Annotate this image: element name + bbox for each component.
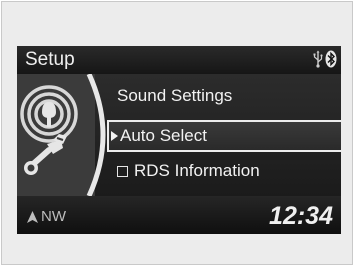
menu-item-label: RDS Information	[134, 161, 260, 180]
screen-title: Setup	[25, 49, 75, 70]
usb-icon	[313, 50, 323, 73]
status-bar: NW 12:34	[17, 196, 341, 234]
status-icons	[313, 50, 337, 73]
selection-arrow-icon	[111, 131, 118, 141]
compass-arrow-icon	[27, 210, 38, 223]
manual-figure-frame: Setup Sound Settings Auto Select RDS Inf…	[1, 1, 353, 265]
screen-header: Setup	[17, 46, 341, 74]
settings-wrench-icon	[20, 74, 106, 196]
audio-display-screen: Setup Sound Settings Auto Select RDS Inf…	[17, 46, 341, 234]
menu-area: Sound Settings Auto Select RDS Informati…	[17, 74, 341, 196]
rds-checkbox[interactable]	[117, 165, 128, 177]
setup-icon-panel	[17, 74, 106, 196]
menu-item-label: Auto Select	[120, 126, 207, 145]
menu-item-sound-settings[interactable]: Sound Settings	[117, 86, 232, 106]
menu-item-auto-select[interactable]: Auto Select	[107, 120, 341, 152]
compass-direction: NW	[41, 208, 66, 225]
compass: NW	[27, 208, 66, 225]
bluetooth-icon	[325, 50, 337, 73]
clock: 12:34	[269, 202, 333, 230]
menu-item-rds-information[interactable]: RDS Information	[117, 161, 260, 181]
